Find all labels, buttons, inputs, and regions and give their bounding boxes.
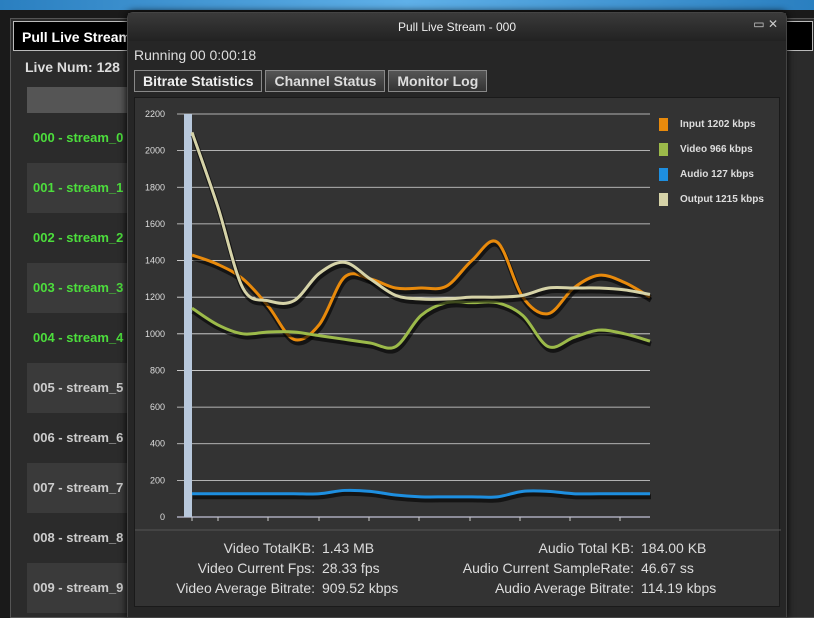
stat-label: Video Average Bitrate: [176,580,315,596]
stream-list-item[interactable]: 008 - stream_8 [27,513,137,563]
legend-item: Video 966 kbps [659,137,764,162]
legend-swatch [659,118,668,131]
stat-label: Audio Average Bitrate: [494,580,634,596]
stat-value: 114.19 kbps [641,580,717,596]
stat-label: Audio Total KB: [538,540,634,556]
chart-legend: Input 1202 kbps Video 966 kbps Audio 127 k… [659,112,764,212]
legend-swatch [659,193,668,206]
series-shadow [192,241,653,346]
stream-list-item[interactable]: 009 - stream_9 [27,563,137,613]
legend-label: Output 1215 kbps [680,194,764,205]
desktop-top-bar [0,0,814,10]
stat-label: Video Current Fps: [197,560,315,576]
y-tick-label: 1800 [145,182,165,192]
tab-monitor-log[interactable]: Monitor Log [388,70,488,92]
y-tick-label: 1000 [145,329,165,339]
y-tick-label: 600 [150,402,165,412]
tab-channel-status[interactable]: Channel Status [265,70,386,92]
y-tick-label: 0 [160,512,165,522]
stream-list-item[interactable]: 007 - stream_7 [27,463,137,513]
series-shadow [191,302,652,354]
live-num-label: Live Num: 128 [25,59,120,75]
close-icon[interactable]: ✕ [768,17,778,31]
tab-bitrate-statistics[interactable]: Bitrate Statistics [134,70,263,92]
running-status: Running 00 0:00:18 [134,47,256,63]
series-line-video [191,300,651,350]
stat-value: 46.67 ss [641,560,694,576]
legend-item: Input 1202 kbps [659,112,764,137]
stream-list-item[interactable]: 001 - stream_1 [27,163,137,213]
stream-list-item[interactable]: 003 - stream_3 [27,263,137,313]
legend-item: Output 1215 kbps [659,187,764,212]
stat-value: 184.00 KB [641,540,707,556]
legend-label: Video 966 kbps [680,144,753,155]
series-line-output [190,131,651,305]
legend-item: Audio 127 kbps [659,162,764,187]
stat-label: Audio Current SampleRate: [462,560,634,576]
y-tick-label: 400 [150,439,165,449]
bitrate-panel: 0 200 400 600 800 1000 1200 1400 1600 1800 2000 220… [134,97,781,607]
stat-value: 28.33 fps [322,560,380,576]
y-tick-label: 200 [150,475,165,485]
stream-list-item[interactable]: 005 - stream_5 [27,363,137,413]
list-header [27,87,137,113]
stream-list-item[interactable]: 002 - stream_2 [27,213,137,263]
y-tick-label: 1600 [145,219,165,229]
legend-swatch [659,143,668,156]
maximize-icon[interactable]: ▭ [753,17,764,31]
y-tick-label: 1400 [145,256,165,266]
elapsed-time: 00 0:00:18 [190,47,257,63]
stat-value: 1.43 MB [322,540,375,556]
pull-live-stream-dialog: Pull Live Stream - 000 ▭ ✕ Running 00 0:… [127,12,787,618]
y-tick-label: 800 [150,365,165,375]
stat-value: 909.52 kbps [322,580,399,596]
dialog-title: Pull Live Stream - 000 [128,13,786,41]
time-cursor-bar [184,114,192,517]
stat-label: Video TotalKB: [223,540,315,556]
legend-label: Input 1202 kbps [680,119,756,130]
y-tick-label: 2200 [145,109,165,119]
stream-list-item[interactable]: 006 - stream_6 [27,413,137,463]
y-tick-label: 1200 [145,292,165,302]
status-text: Running [134,47,187,63]
stream-list-item[interactable]: 000 - stream_0 [27,113,137,163]
legend-swatch [659,168,668,181]
stream-list-item[interactable]: 004 - stream_4 [27,313,137,363]
y-tick-label: 2000 [145,146,165,156]
legend-label: Audio 127 kbps [680,169,754,180]
